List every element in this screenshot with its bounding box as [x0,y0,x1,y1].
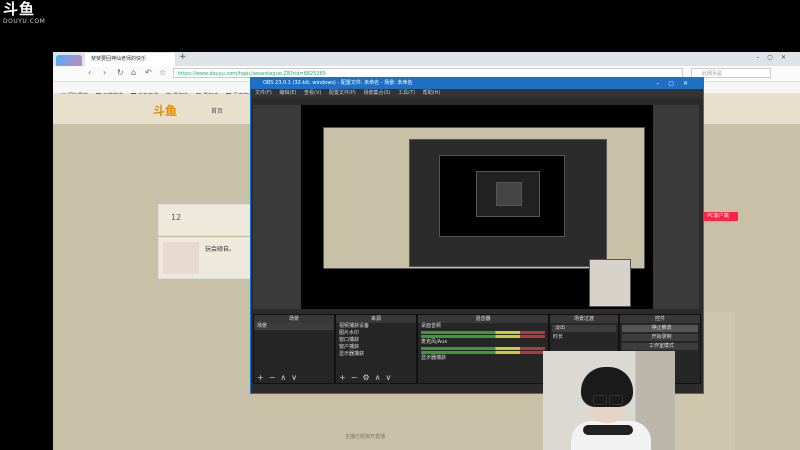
back-icon[interactable]: ‹ [88,68,91,77]
nav-home[interactable]: 首页 [211,106,223,115]
transitions-header: 场景过渡 [550,315,618,323]
transition-duration-label: 时长 [553,334,564,340]
menu-edit[interactable]: 编辑(E) [279,90,296,96]
menu-file[interactable]: 文件(F) [255,90,272,96]
logo-sub: DOUYU.COM [3,18,46,25]
scene-item[interactable]: 场景 [254,323,334,330]
logo-main: 斗鱼 [3,0,36,18]
obs-title: OBS 23.0.1 (32-bit, windows) - 配置文件: 未命名… [263,80,413,86]
obs-preview[interactable] [253,105,699,309]
page-footer-text: 主播已经离开直播 [345,434,386,440]
source-item[interactable]: 图片水印 [336,330,416,337]
stream-title: 玩会硕自。 [205,246,236,253]
menu-help[interactable]: 帮助(H) [423,90,441,96]
star-icon[interactable]: ☆ [159,68,166,77]
sources-dock: 来源 视频捕获设备 图片水印 窗口捕获 窗户捕获 显示器捕获 +−⚙∧∨ [335,314,417,384]
stop-stream-button[interactable]: 停止推流 [622,325,698,332]
volume-meter [421,335,545,338]
menu-profile[interactable]: 配置文件(P) [329,90,356,96]
stat-card: 12 [158,204,255,236]
pc-client-badge[interactable]: PC客户端 [698,212,738,221]
nested-webcam [589,259,631,307]
volume-meter [421,331,545,334]
webcam-person-hair [581,367,633,407]
volume-meter [421,351,545,354]
sources-header: 来源 [336,315,416,323]
forward-icon[interactable]: › [103,68,106,77]
source-item[interactable]: 窗户捕获 [336,344,416,351]
undo-icon[interactable]: ↶ [145,68,152,77]
controls-header: 控件 [620,315,700,323]
source-item[interactable]: 窗口捕获 [336,337,416,344]
scenes-toolbar[interactable]: +−∧∨ [257,373,302,382]
webcam-overlay [543,351,675,450]
obs-menubar: 文件(F) 编辑(E) 查看(V) 配置文件(P) 场景集合(S) 工具(T) … [251,89,703,98]
new-tab-button[interactable]: + [179,52,187,62]
mixer-track-name: 麦克风/Aux [421,339,448,345]
transition-select[interactable]: 淡出 [552,325,616,332]
menu-scene-collection[interactable]: 场景集合(S) [363,90,390,96]
window-controls[interactable]: –▢✕ [756,54,794,61]
source-item[interactable]: 显示器捕获 [336,351,416,358]
scenes-header: 场景 [254,315,334,323]
glasses-icon [609,395,623,405]
stat-number: 12 [171,213,182,222]
douyu-logo: 斗鱼 DOUYU.COM [3,1,51,29]
site-logo[interactable]: 斗鱼 [153,102,177,119]
obs-titlebar: OBS 23.0.1 (32-bit, windows) - 配置文件: 未命名… [251,78,703,89]
studio-mode-button[interactable]: 工作室模式 [622,343,698,350]
headset-icon [583,425,633,435]
source-item[interactable]: 视频捕获设备 [336,323,416,330]
browser-tab[interactable]: 斐斐要回神仙老师的快乐 [85,53,175,66]
streamer-card: 玩会硕自。 [158,237,255,279]
preview-canvas [301,105,653,309]
tab-bar: 斐斐要回神仙老师的快乐 + –▢✕ [53,52,800,66]
scenes-dock: 场景 场景 +−∧∨ [253,314,335,384]
mixer-header: 混音器 [418,315,548,323]
home-icon[interactable]: ⌂ [131,68,136,77]
obs-window-controls[interactable]: –▢✕ [656,78,697,89]
menu-tools[interactable]: 工具(T) [398,90,415,96]
volume-meter [421,347,545,350]
nested-canvas-3 [496,182,522,206]
start-record-button[interactable]: 开始录制 [622,334,698,341]
sources-toolbar[interactable]: +−⚙∧∨ [339,373,396,382]
mixer-track-name: 桌面音频 [421,323,442,329]
glasses-icon [593,395,607,405]
menu-view[interactable]: 查看(V) [304,90,321,96]
mixer-track-name: 显示器捕获 [421,355,447,361]
mixer-dock: 混音器 桌面音频 麦克风/Aux 显示器捕获 [417,314,549,384]
obs-window: OBS 23.0.1 (32-bit, windows) - 配置文件: 未命名… [250,77,704,394]
reload-icon[interactable]: ↻ [117,68,124,77]
streamer-avatar[interactable] [163,242,199,274]
